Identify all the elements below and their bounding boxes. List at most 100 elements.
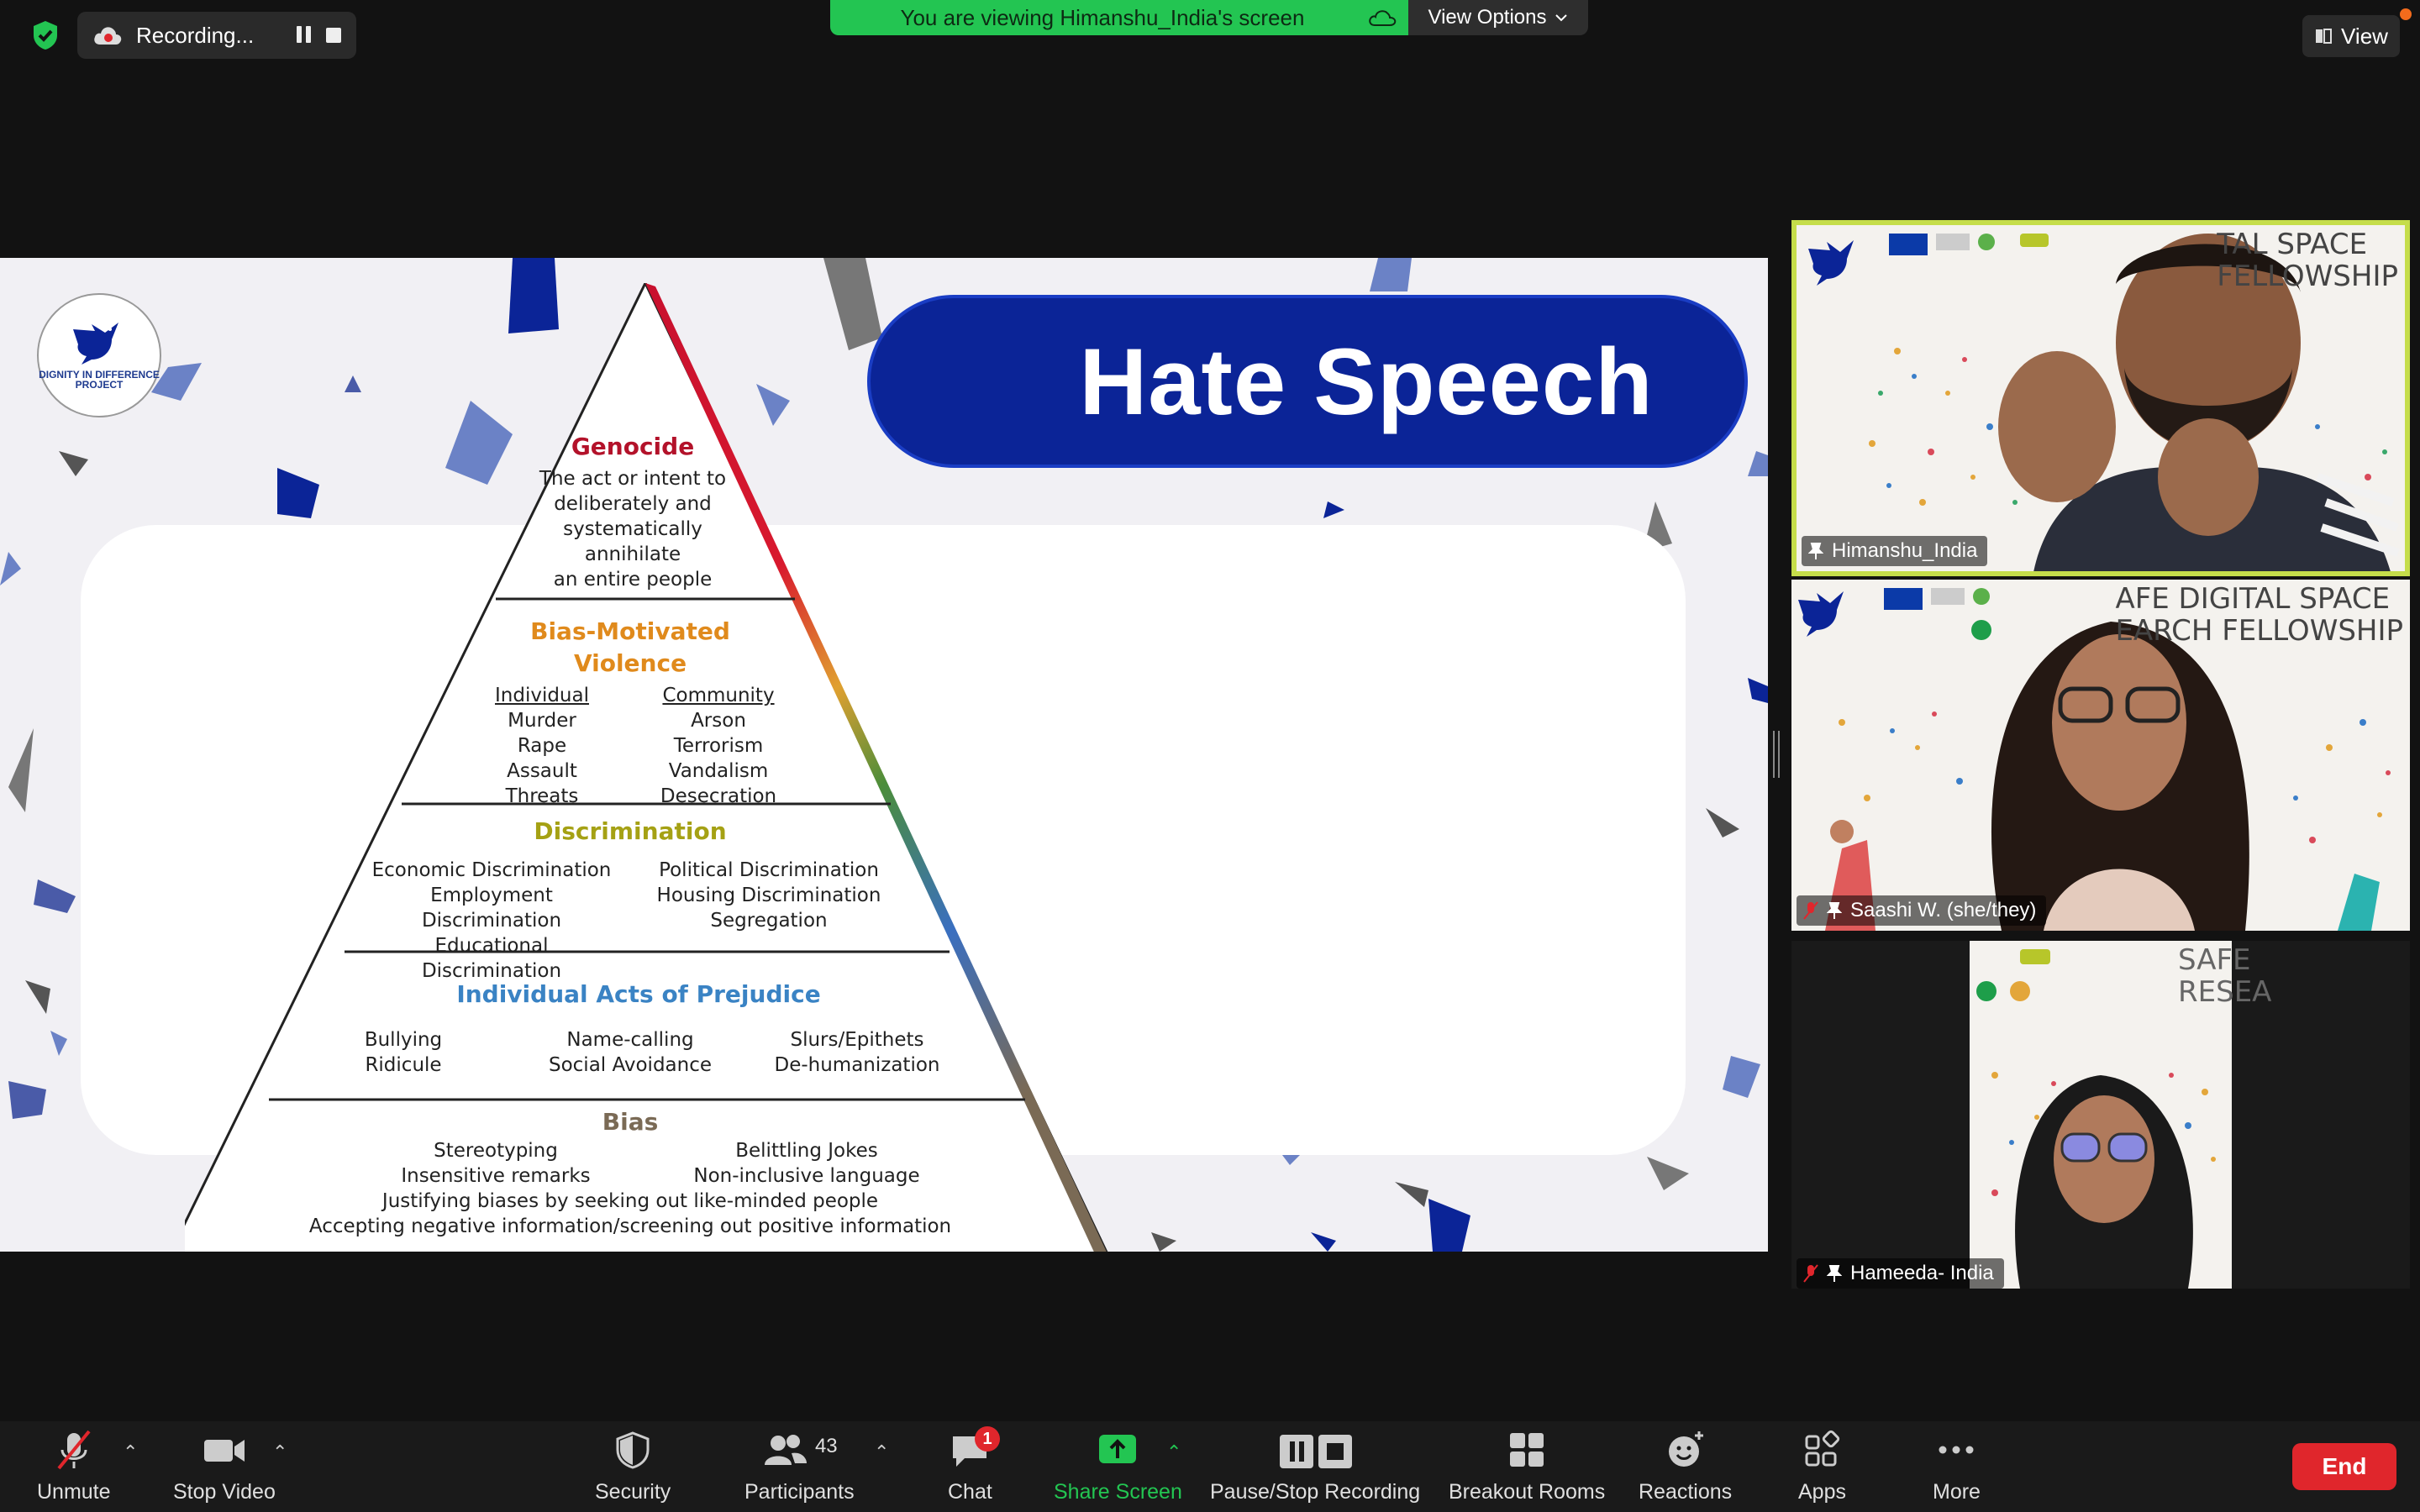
genocide-line: deliberately and: [554, 493, 712, 515]
security-label: Security: [595, 1480, 671, 1504]
list-item: Slurs/Epithets: [790, 1029, 924, 1051]
panel-resize-handle[interactable]: [1773, 731, 1780, 778]
participant-name: Himanshu_India: [1832, 539, 1978, 562]
shield-icon: [616, 1431, 650, 1469]
banner-line: EARCH FELLOWSHIP: [2115, 614, 2403, 648]
share-screen-label: Share Screen: [1054, 1480, 1182, 1504]
pause-stop-recording-button[interactable]: Pause/Stop Recording: [1210, 1428, 1420, 1504]
list-item: Terrorism: [673, 735, 764, 757]
chevron-down-icon: [1555, 14, 1568, 22]
list-item: Arson: [691, 710, 746, 732]
genocide-line: systematically: [563, 518, 702, 540]
shared-screen: DIGNITY IN DIFFERENCE PROJECT Hate Speec…: [0, 258, 1768, 1252]
breakout-rooms-label: Breakout Rooms: [1449, 1480, 1606, 1504]
pause-stop-icon: [1280, 1435, 1353, 1468]
more-button[interactable]: More: [1933, 1428, 1981, 1504]
list-item: Belittling Jokes: [735, 1140, 878, 1162]
video-camera-icon: [203, 1440, 245, 1462]
participant-name-tag: Hameeda- India: [1797, 1258, 2004, 1289]
view-label: View: [2341, 23, 2388, 49]
violence-heading-line: Violence: [573, 649, 687, 677]
muted-mic-icon: [57, 1430, 91, 1470]
list-item: Political Discrimination: [659, 859, 879, 881]
genocide-description: The act or intent to deliberately and sy…: [477, 466, 788, 592]
viewing-banner: You are viewing Himanshu_India's screen: [830, 0, 1408, 35]
tile-banner-text: SAFE RESEA: [2178, 944, 2271, 1008]
audio-options-caret[interactable]: ⌃: [123, 1441, 138, 1463]
more-dots-icon: [1939, 1446, 1974, 1454]
breakout-rooms-button[interactable]: Breakout Rooms: [1449, 1428, 1605, 1504]
tile-banner-text: AFE DIGITAL SPACE EARCH FELLOWSHIP: [2115, 583, 2403, 647]
list-item: Employment Discrimination: [421, 885, 562, 932]
chat-unread-badge: 1: [975, 1426, 1000, 1452]
bias-heading: Bias: [602, 1108, 659, 1136]
list-item: Threats: [505, 785, 579, 807]
violence-heading-line: Bias-Motivated: [530, 617, 730, 645]
participant-tile-himanshu[interactable]: TAL SPACE FELLOWSHIP Himanshu_India: [1791, 220, 2410, 576]
share-screen-icon: [1099, 1435, 1137, 1463]
list-item: Bullying: [364, 1029, 443, 1051]
community-heading: Community: [662, 685, 775, 706]
list-item: Stereotyping: [434, 1140, 558, 1162]
pin-icon: [1808, 543, 1823, 559]
participants-label: Participants: [744, 1480, 855, 1504]
reactions-label: Reactions: [1639, 1480, 1733, 1504]
pin-icon: [1827, 902, 1842, 919]
layout-icon: [2316, 29, 2333, 44]
discrimination-heading: Discrimination: [534, 817, 727, 845]
bias-line-4: Accepting negative information/screening…: [308, 1215, 952, 1237]
more-label: More: [1933, 1480, 1981, 1504]
genocide-line: The act or intent to: [539, 468, 727, 490]
pause-recording-icon[interactable]: [294, 26, 313, 45]
security-shield-icon[interactable]: [29, 18, 62, 52]
dove-logo-icon: [1808, 240, 1854, 286]
list-item: Rape: [517, 735, 567, 757]
stop-recording-icon[interactable]: [326, 28, 341, 43]
pin-icon: [1827, 1265, 1842, 1282]
prejudice-col1: Bullying Ridicule: [336, 1027, 471, 1078]
reactions-button[interactable]: Reactions: [1639, 1428, 1732, 1504]
dignity-logo: DIGNITY IN DIFFERENCE PROJECT: [37, 293, 161, 417]
recording-indicator: Recording...: [77, 12, 356, 59]
prejudice-heading: Individual Acts of Prejudice: [456, 980, 821, 1008]
participant-count: 43: [814, 1435, 838, 1457]
discrimination-left-list: Economic Discrimination Employment Discr…: [370, 858, 613, 984]
list-item: Social Avoidance: [548, 1054, 713, 1076]
list-item: Vandalism: [668, 760, 769, 782]
participants-icon: [764, 1435, 807, 1465]
genocide-line: annihilate: [584, 543, 681, 565]
apps-label: Apps: [1798, 1480, 1846, 1504]
participants-options-caret[interactable]: ⌃: [874, 1441, 889, 1463]
list-item: Insensitive remarks: [401, 1165, 591, 1187]
list-item: Murder: [508, 710, 576, 732]
end-meeting-button[interactable]: End: [2292, 1443, 2396, 1490]
chat-label: Chat: [948, 1480, 992, 1504]
muted-mic-icon: [1803, 901, 1818, 920]
viewing-banner-text: You are viewing Himanshu_India's screen: [900, 4, 1305, 30]
participant-name: Saashi W. (she/they): [1850, 899, 2037, 921]
pause-stop-label: Pause/Stop Recording: [1210, 1480, 1421, 1504]
recording-label: Recording...: [136, 22, 255, 48]
unmute-button[interactable]: Unmute: [37, 1428, 111, 1504]
stop-video-label: Stop Video: [173, 1480, 276, 1504]
list-item: Housing Discrimination: [656, 885, 881, 906]
view-button[interactable]: View: [2302, 15, 2400, 57]
share-options-caret[interactable]: ⌃: [1166, 1441, 1181, 1463]
video-options-caret[interactable]: ⌃: [272, 1441, 287, 1463]
share-screen-button[interactable]: Share Screen: [1054, 1428, 1182, 1504]
banner-line: SAFE: [2178, 943, 2251, 977]
participant-tile-saashi[interactable]: AFE DIGITAL SPACE EARCH FELLOWSHIP Saash…: [1791, 580, 2410, 931]
security-button[interactable]: Security: [595, 1428, 671, 1504]
participants-button[interactable]: 43 Participants: [744, 1428, 855, 1504]
stop-video-button[interactable]: Stop Video: [173, 1428, 276, 1504]
banner-line: AFE DIGITAL SPACE: [2115, 582, 2391, 616]
cloud-record-icon: [94, 27, 122, 45]
list-item: Name-calling: [566, 1029, 694, 1051]
participant-tile-hameeda[interactable]: SAFE RESEA Hameeda- India: [1791, 941, 2410, 1289]
list-item: Assault: [507, 760, 577, 782]
unmute-label: Unmute: [37, 1480, 111, 1504]
participant-name-tag: Himanshu_India: [1802, 536, 1988, 566]
view-options-dropdown[interactable]: View Options: [1408, 0, 1588, 35]
list-item: Segregation: [710, 910, 828, 932]
apps-button[interactable]: Apps: [1798, 1428, 1846, 1504]
